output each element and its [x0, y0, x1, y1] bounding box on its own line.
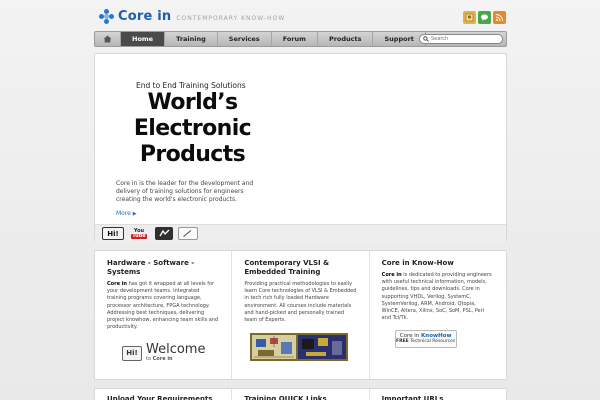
welcome-title: Welcome: [146, 342, 206, 357]
youtube-icon[interactable]: You Tube: [129, 227, 149, 240]
stumble-icon[interactable]: [155, 227, 173, 240]
rss-icon[interactable]: [493, 11, 506, 24]
secondary-cards: Upload Your Requirements Training QUICK …: [94, 388, 507, 400]
chat-icon[interactable]: [478, 11, 491, 24]
nav-item-training[interactable]: Training: [165, 32, 218, 46]
hero-title-line: Electronic: [133, 116, 252, 141]
logo-mark-icon: [99, 9, 114, 24]
card-upload[interactable]: Upload Your Requirements: [95, 389, 233, 400]
feature-cards: Hardware - Software - Systems Core in ha…: [94, 250, 507, 380]
hero-title: World’s Electronic Products: [130, 90, 255, 168]
nav-item-products[interactable]: Products: [318, 32, 374, 46]
circuit-board-image[interactable]: [250, 333, 349, 361]
brand-tagline: CONTEMPORARY KNOW-HOW: [176, 14, 286, 22]
card-hardware: Hardware - Software - Systems Core in ha…: [95, 251, 233, 379]
knowhow-free: FREE: [396, 339, 409, 344]
knowhow-badge[interactable]: Core in KnowHow FREE Technical Resources: [394, 330, 457, 348]
card-text: is dedicated to providing engineers with…: [381, 272, 492, 322]
more-link[interactable]: More ▶: [116, 210, 137, 217]
welcome-to: to: [146, 356, 152, 362]
card-quick-links[interactable]: Training QUICK Links: [232, 389, 370, 400]
knowhow-subtitle: FREE Technical Resources: [396, 339, 456, 344]
media-strip: Hi! You Tube: [95, 224, 506, 242]
hero-banner: End to End Training Solutions World’s El…: [94, 53, 507, 242]
hero-description: Core in is the leader for the developmen…: [116, 180, 254, 203]
hero-title-line: Products: [139, 142, 246, 167]
card-knowhow: Core in Know-How Core in is dedicated to…: [370, 251, 506, 379]
more-link-label: More: [116, 210, 131, 217]
card-body: Core in is dedicated to providing engine…: [382, 272, 494, 322]
search-icon: [423, 36, 429, 42]
card-body: Core in has got it wrapped at all levels…: [107, 281, 219, 331]
edit-icon[interactable]: [178, 227, 198, 240]
hi-icon: Hi!: [122, 345, 142, 361]
social-icons: [463, 11, 506, 24]
welcome-banner[interactable]: Hi! Welcome to Core in: [122, 342, 206, 362]
hero-title-line: World’s: [147, 90, 239, 115]
search-box: [419, 34, 503, 44]
nav-item-home[interactable]: Home: [121, 32, 166, 46]
home-icon[interactable]: [95, 32, 121, 46]
hero-kicker: End to End Training Solutions: [136, 81, 246, 90]
card-title: Contemporary VLSI & Embedded Training: [244, 259, 330, 276]
card-title: Core in Know-How: [381, 259, 454, 267]
arrow-right-icon: ▶: [132, 211, 137, 217]
nav-item-forum[interactable]: Forum: [272, 32, 318, 46]
card-text: has got it wrapped at all levels for you…: [107, 281, 219, 331]
site-logo[interactable]: Core in CONTEMPORARY KNOW-HOW: [99, 9, 285, 24]
card-lead: Core in: [381, 272, 402, 278]
hi-icon[interactable]: Hi!: [102, 227, 124, 240]
card-body: Providing practical methodologies to eas…: [244, 281, 357, 324]
nav-item-services[interactable]: Services: [218, 32, 272, 46]
card-vlsi: Contemporary VLSI & Embedded Training Pr…: [232, 251, 370, 379]
youtube-tube: Tube: [131, 232, 147, 239]
welcome-brand: Core in: [152, 356, 173, 362]
main-nav: Home Training Services Forum Products Su…: [94, 31, 507, 47]
card-title: Hardware - Software - Systems: [107, 259, 195, 276]
badge-icon[interactable]: [463, 11, 476, 24]
knowhow-sub: Technical Resources: [408, 339, 456, 344]
search-input[interactable]: [431, 36, 501, 42]
card-lead: Core in: [107, 281, 127, 287]
card-important-urls[interactable]: Important URLs: [370, 389, 506, 400]
brand-name: Core in: [118, 9, 172, 24]
